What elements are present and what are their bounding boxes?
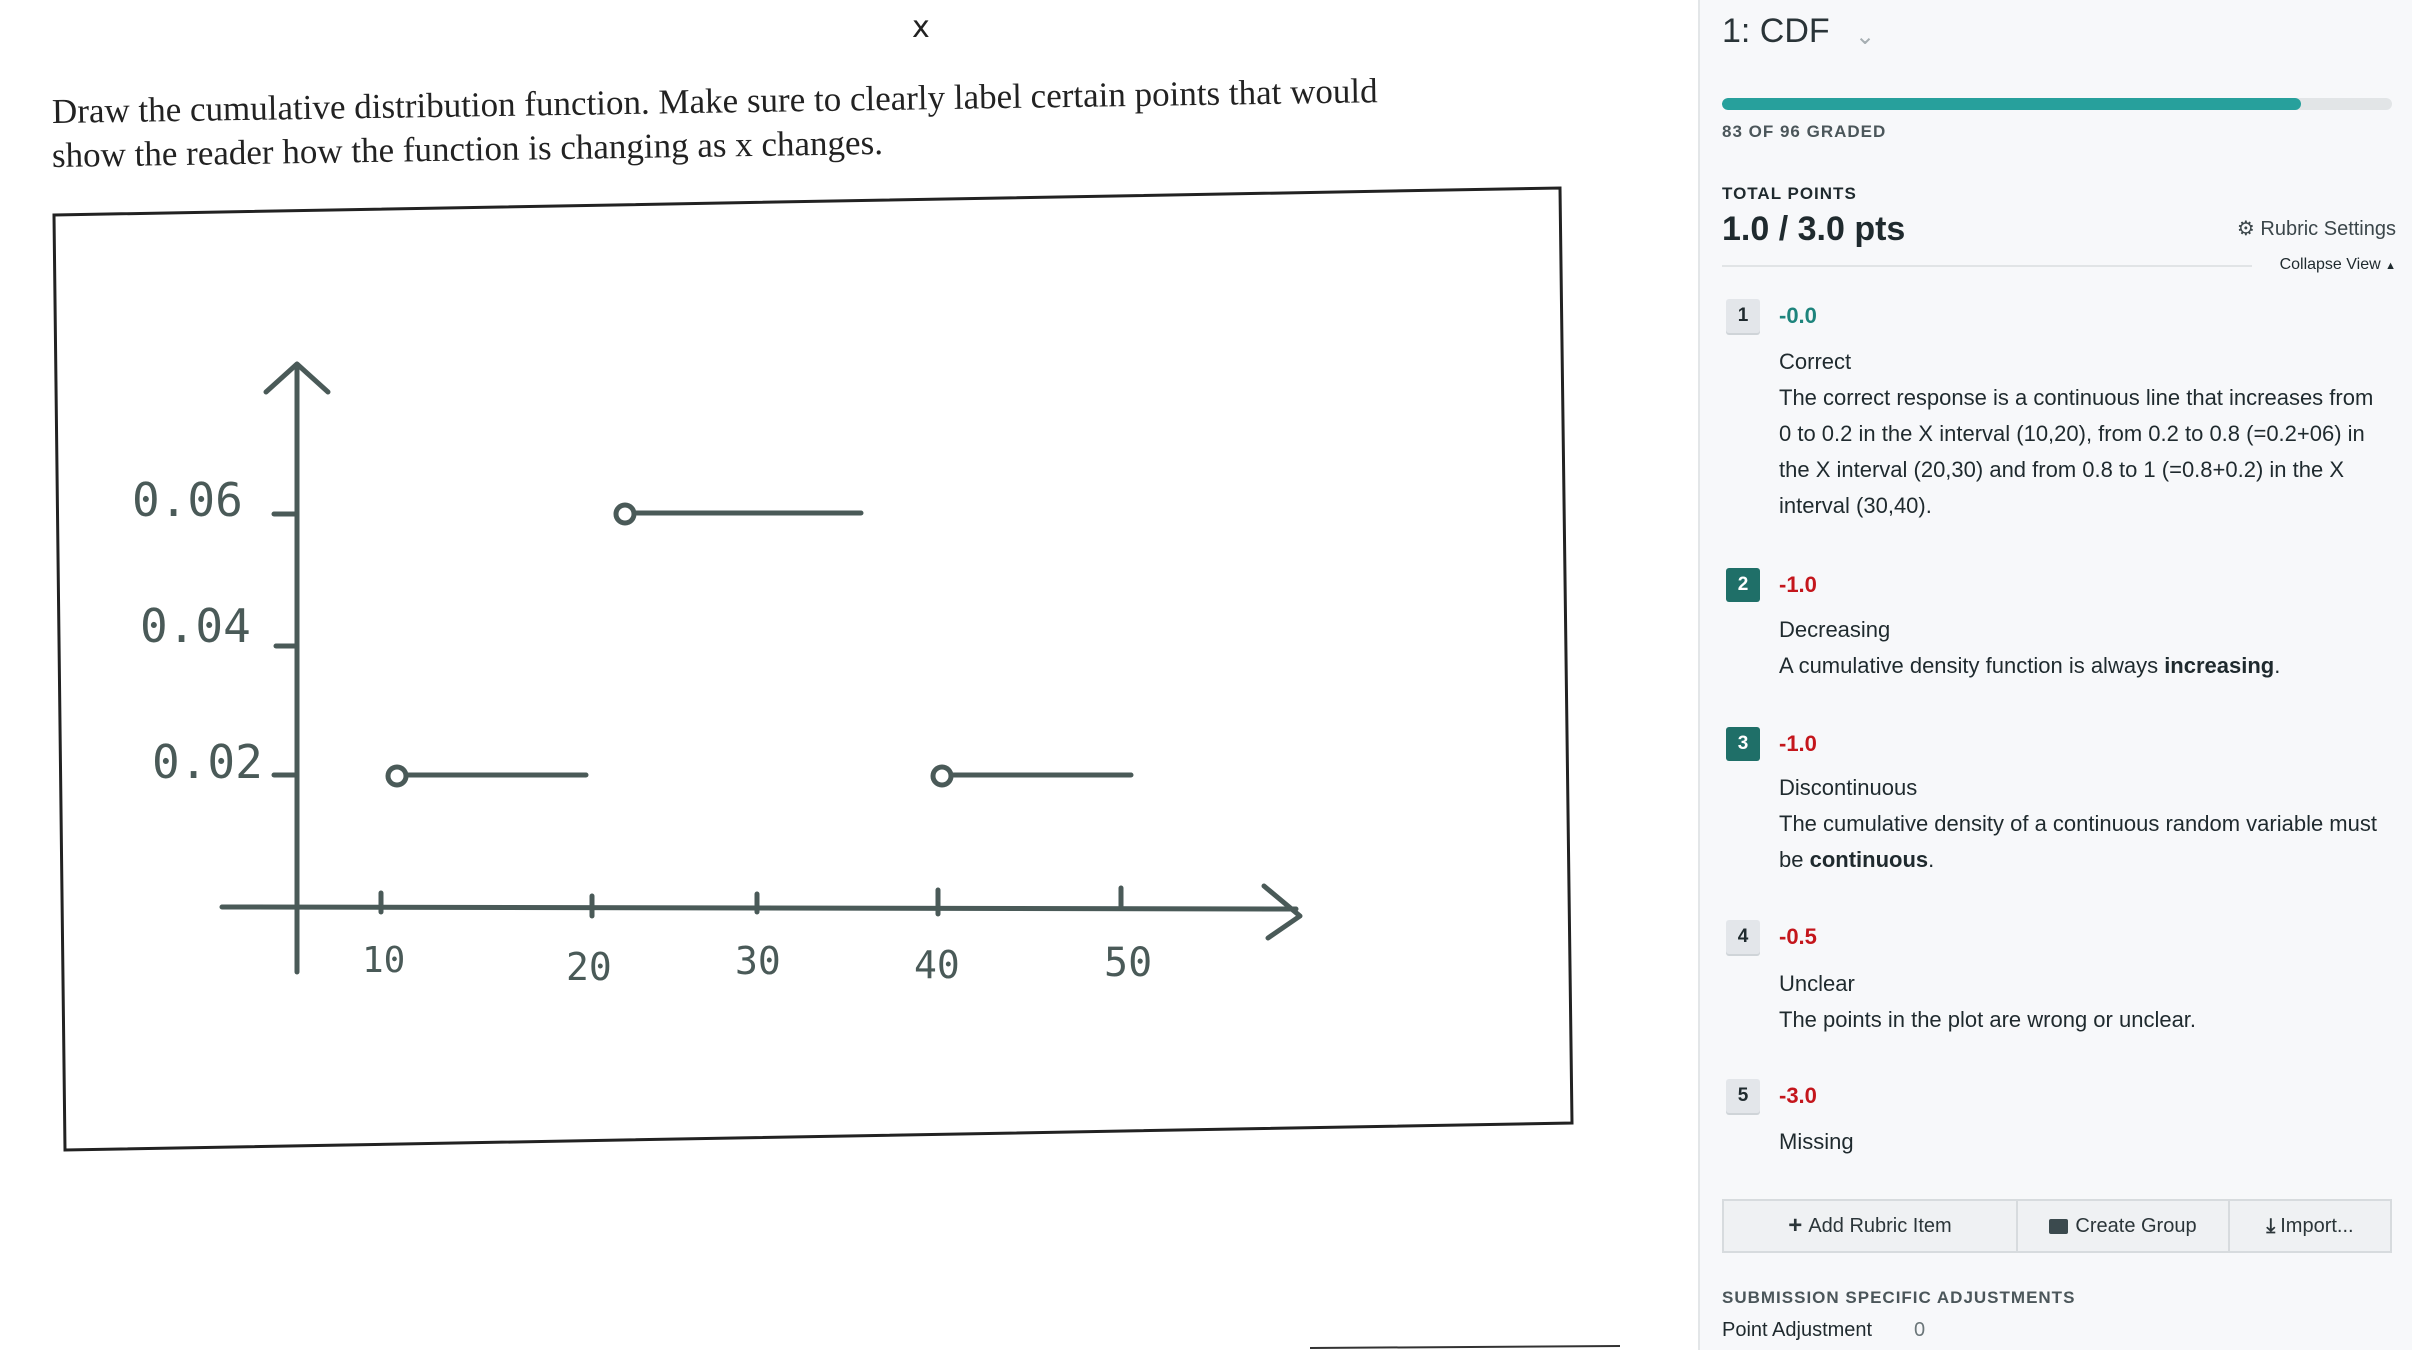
rubric-item-4-title[interactable]: Unclear [1779, 971, 1855, 997]
open-point [613, 502, 637, 526]
rubric-item-2-score[interactable]: -1.0 [1779, 572, 1817, 598]
rubric-item-2-key[interactable]: 2 [1726, 568, 1760, 602]
question-title[interactable]: 1: CDF [1722, 12, 1830, 51]
y-label: 0.04 [140, 599, 251, 653]
rubric-item-5-key[interactable]: 5 [1726, 1079, 1760, 1113]
x-axis-arrow-icon [1261, 883, 1303, 941]
create-group-button[interactable]: Create Group [2018, 1199, 2230, 1253]
rubric-settings-button[interactable]: ⚙ Rubric Settings [2237, 216, 2396, 241]
chevron-down-icon[interactable]: ⌄ [1855, 22, 1875, 51]
gear-icon: ⚙ [2236, 218, 2255, 240]
x-label: 10 [362, 940, 405, 981]
rubric-item-3-title[interactable]: Discontinuous [1779, 775, 1917, 801]
point-adjustment-input[interactable]: 0 [1914, 1319, 1925, 1342]
answer-box [52, 186, 1574, 1152]
rubric-item-1-description: The correct response is a continuous lin… [1779, 385, 2374, 518]
divider [1722, 265, 2252, 267]
rubric-item-1-key[interactable]: 1 [1726, 299, 1760, 333]
y-label: 0.02 [152, 735, 263, 789]
rubric-item-5-title[interactable]: Missing [1779, 1129, 1854, 1155]
open-point [385, 764, 409, 788]
adjustments-label: SUBMISSION SPECIFIC ADJUSTMENTS [1722, 1288, 2076, 1307]
folder-icon [2049, 1218, 2069, 1234]
add-rubric-item-button[interactable]: + Add Rubric Item [1722, 1199, 2018, 1253]
plus-icon: + [1788, 1212, 1803, 1239]
rubric-item-3-score[interactable]: -1.0 [1779, 731, 1817, 757]
submission-viewer: x Draw the cumulative distribution funct… [0, 0, 1698, 1350]
caret-up-icon: ▲ [2385, 260, 2396, 272]
rubric-item-2-title[interactable]: Decreasing [1779, 617, 1890, 643]
rubric-item-2-description: A cumulative density function is always … [1779, 653, 2281, 678]
rubric-actions: + Add Rubric Item Create Group ⤓ Import... [1722, 1199, 2392, 1253]
x-label: 20 [566, 945, 612, 989]
rubric-item-4-score[interactable]: -0.5 [1779, 924, 1817, 950]
rubric-item-4-key[interactable]: 4 [1726, 920, 1760, 954]
import-button[interactable]: ⤓ Import... [2230, 1199, 2392, 1253]
x-label: 50 [1104, 940, 1152, 986]
rubric-item-1-score[interactable]: -0.0 [1779, 303, 1817, 329]
rubric-item-3-description: The cumulative density of a continuous r… [1779, 811, 2377, 872]
x-label: 30 [735, 939, 781, 983]
grading-panel: 1: CDF ⌄ 83 OF 96 GRADED TOTAL POINTS 1.… [1698, 0, 2412, 1350]
download-icon: ⤓ [2266, 1214, 2276, 1237]
collapse-view-button[interactable]: Collapse View ▲ [2280, 256, 2396, 274]
total-points-value: 1.0 / 3.0 pts [1722, 210, 1906, 248]
rubric-item-3-key[interactable]: 3 [1726, 727, 1760, 761]
rubric-item-1-title[interactable]: Correct [1779, 349, 1851, 375]
rubric-item-5-score[interactable]: -3.0 [1779, 1083, 1817, 1109]
x-label: 40 [914, 943, 960, 987]
rubric-item-4-description: The points in the plot are wrong or uncl… [1779, 1007, 2197, 1032]
point-adjustment-label: Point Adjustment [1722, 1319, 1873, 1341]
y-label: 0.06 [132, 473, 243, 527]
grading-progress-fill [1722, 98, 2302, 110]
handwritten-sketch: 0.06 0.04 0.02 10 20 30 40 50 [52, 186, 1621, 1349]
open-point [930, 764, 954, 788]
total-points-label: TOTAL POINTS [1722, 184, 1857, 203]
grading-progress-bar [1722, 98, 2392, 110]
graded-count: 83 OF 96 GRADED [1722, 122, 1887, 141]
